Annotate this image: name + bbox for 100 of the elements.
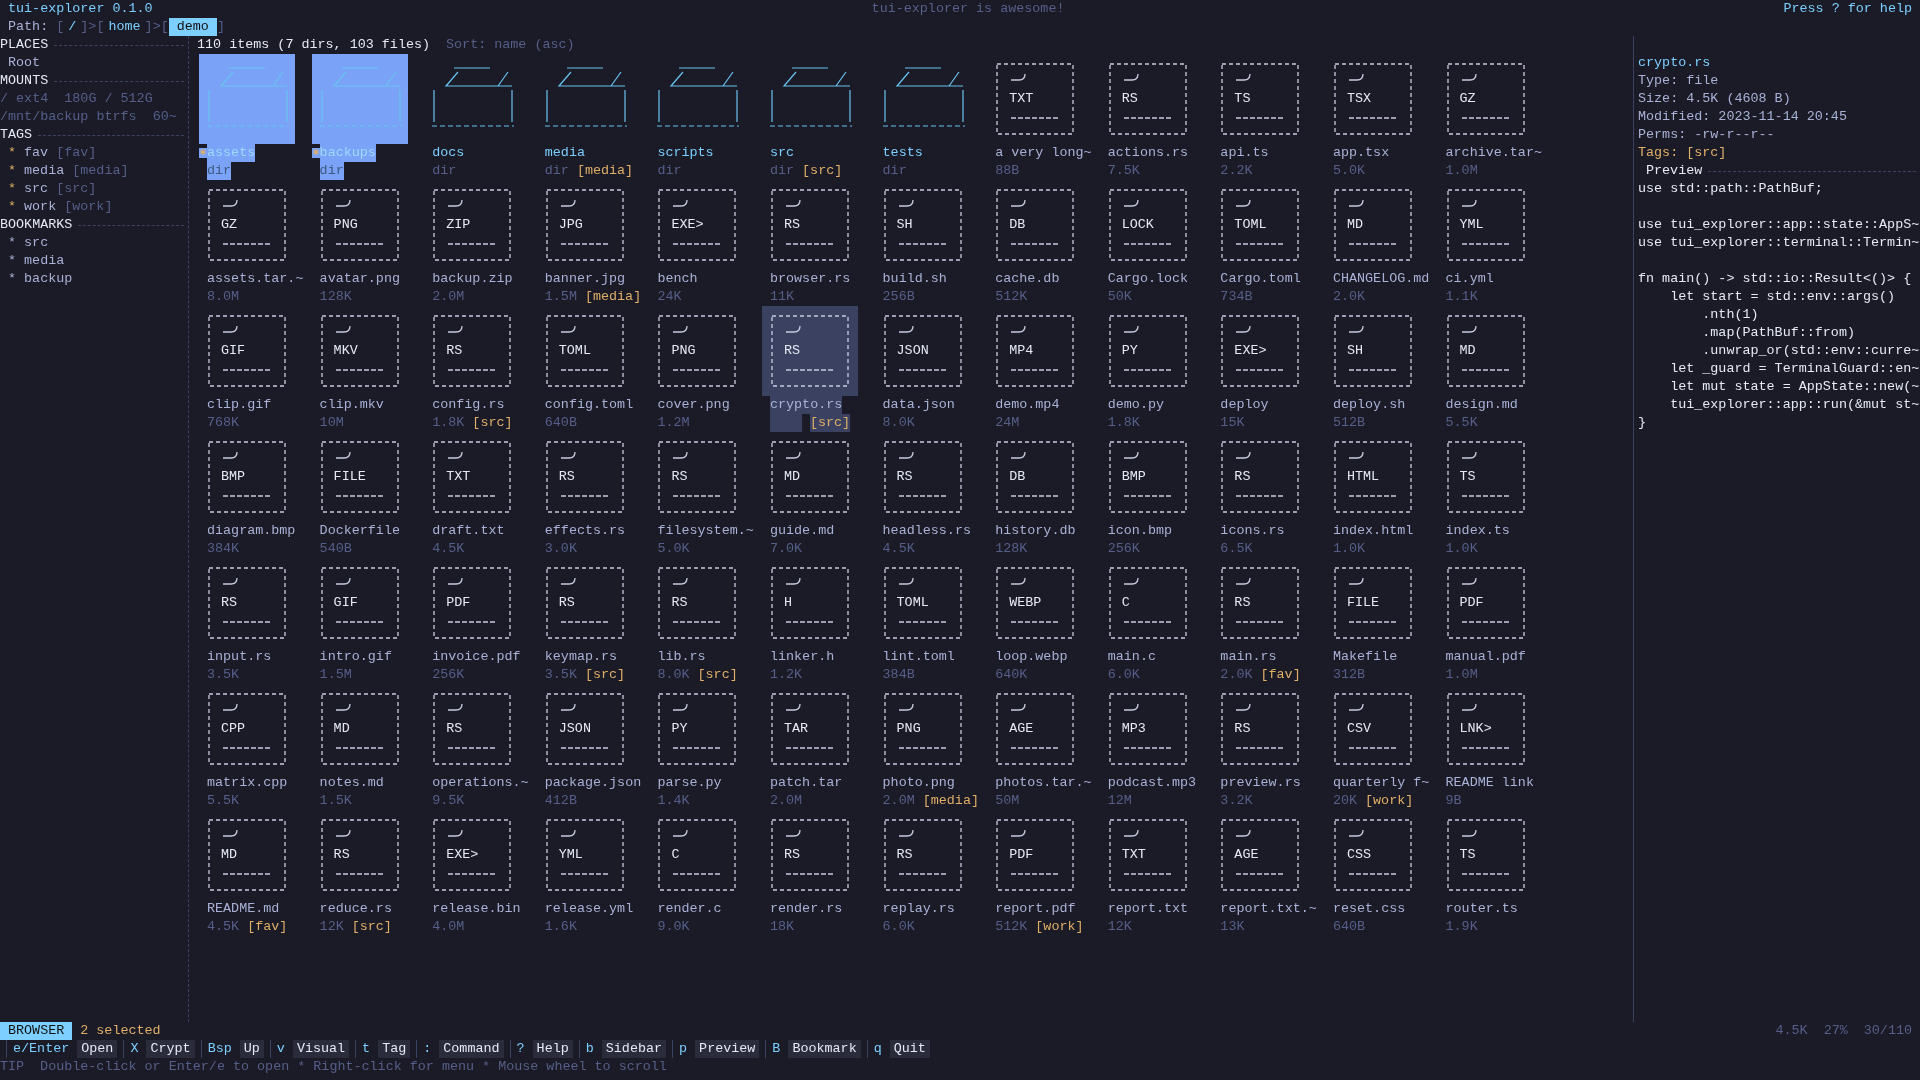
file-name[interactable]: diagram.bmp	[207, 522, 296, 540]
file-name[interactable]: index.ts	[1445, 522, 1510, 540]
file-type-label: RS	[221, 594, 238, 612]
file-name[interactable]: linker.h	[769, 648, 835, 666]
file-name[interactable]: design.md	[1445, 396, 1518, 414]
bookmark-item[interactable]: * backup	[8, 270, 73, 288]
file-name[interactable]: photo.png	[882, 774, 955, 792]
file-name[interactable]: avatar.png	[319, 270, 400, 288]
path-crumb[interactable]: demo	[168, 18, 217, 36]
file-name[interactable]: effects.rs	[544, 522, 626, 540]
selection-count: 2 selected	[80, 1022, 161, 1040]
file-name[interactable]: operations.~	[432, 774, 529, 792]
file-name[interactable]: history.db	[995, 522, 1076, 540]
file-name[interactable]: clip.gif	[207, 396, 272, 414]
path-crumb[interactable]: /	[64, 18, 81, 36]
file-name[interactable]: browser.rs	[769, 270, 851, 288]
file-name[interactable]: report.txt	[1107, 900, 1189, 918]
file-name[interactable]: render.c	[657, 900, 722, 918]
file-name[interactable]: archive.tar~	[1445, 144, 1542, 162]
file-name[interactable]: router.ts	[1445, 900, 1518, 918]
file-name[interactable]: headless.rs	[882, 522, 971, 540]
tag-item[interactable]: media	[24, 162, 65, 180]
file-name[interactable]: draft.txt	[432, 522, 505, 540]
file-name[interactable]: build.sh	[882, 270, 947, 288]
file-name[interactable]: quarterly f~	[1332, 774, 1430, 792]
file-name[interactable]: bench	[657, 270, 698, 288]
file-name[interactable]: app.tsx	[1332, 144, 1390, 162]
tag-item[interactable]: fav	[24, 144, 49, 162]
tag-item[interactable]: work	[24, 198, 57, 216]
file-type-label: PY	[1121, 342, 1138, 360]
file-name[interactable]: manual.pdf	[1445, 648, 1526, 666]
file-name[interactable]: media	[544, 144, 585, 162]
file-name[interactable]: config.toml	[544, 396, 634, 414]
file-type-label: RS	[558, 468, 575, 486]
file-name[interactable]: guide.md	[769, 522, 835, 540]
file-name[interactable]: deploy	[1220, 396, 1269, 414]
shortcut-button[interactable]: e/Enter Open	[13, 1040, 118, 1058]
file-name[interactable]: intro.gif	[319, 648, 392, 666]
bookmark-item[interactable]: * src	[8, 234, 49, 252]
file-name[interactable]: release.yml	[544, 900, 634, 918]
file-name[interactable]: backup.zip	[432, 270, 513, 288]
file-name[interactable]: keymap.rs	[544, 648, 618, 666]
tag-item[interactable]: src	[24, 180, 49, 198]
file-name[interactable]: patch.tar	[769, 774, 843, 792]
file-name[interactable]: Cargo.toml	[1220, 270, 1301, 288]
file-name[interactable]: actions.rs	[1107, 144, 1189, 162]
file-meta: dir	[207, 162, 232, 180]
file-name[interactable]: photos.tar.~	[995, 774, 1092, 792]
path-crumb[interactable]: home	[104, 18, 145, 36]
file-name[interactable]: package.json	[544, 774, 642, 792]
file-name[interactable]: report.pdf	[995, 900, 1076, 918]
place-item[interactable]: Root	[8, 54, 41, 72]
file-name[interactable]: reset.css	[1332, 900, 1406, 918]
file-name[interactable]: parse.py	[657, 774, 722, 792]
file-name[interactable]: src	[769, 144, 795, 162]
file-name[interactable]: deploy.sh	[1332, 396, 1406, 414]
file-name[interactable]: demo.py	[1107, 396, 1164, 414]
file-name[interactable]: scripts	[657, 144, 714, 162]
file-name[interactable]: demo.mp4	[995, 396, 1060, 414]
file-name[interactable]: render.rs	[769, 900, 843, 918]
file-name[interactable]: index.html	[1332, 522, 1414, 540]
file-name[interactable]: CHANGELOG.md	[1332, 270, 1430, 288]
file-name[interactable]: Dockerfile	[319, 522, 400, 540]
file-name[interactable]: clip.mkv	[319, 396, 384, 414]
file-name[interactable]: docs	[432, 144, 465, 162]
file-name[interactable]: README.md	[207, 900, 280, 918]
file-name[interactable]: tests	[882, 144, 923, 162]
bookmark-item[interactable]: * media	[8, 252, 65, 270]
file-name[interactable]: ci.yml	[1445, 270, 1494, 288]
file-name[interactable]: crypto.rs	[769, 396, 843, 414]
file-name[interactable]: preview.rs	[1220, 774, 1301, 792]
file-name[interactable]: release.bin	[432, 900, 521, 918]
file-name[interactable]: cover.png	[657, 396, 730, 414]
file-name[interactable]: input.rs	[207, 648, 272, 666]
file-name[interactable]: icons.rs	[1220, 522, 1285, 540]
file-name[interactable]: lib.rs	[657, 648, 706, 666]
file-name[interactable]: Makefile	[1332, 648, 1398, 666]
file-name[interactable]: reduce.rs	[319, 900, 392, 918]
file-name[interactable]: matrix.cpp	[207, 774, 288, 792]
file-name[interactable]: README link	[1445, 774, 1534, 792]
file-name[interactable]: assets.tar.~	[207, 270, 304, 288]
file-name[interactable]: loop.webp	[995, 648, 1068, 666]
file-name[interactable]: icon.bmp	[1107, 522, 1173, 540]
file-name[interactable]: cache.db	[995, 270, 1060, 288]
file-name[interactable]: report.txt.~	[1220, 900, 1317, 918]
file-name[interactable]: filesystem.~	[657, 522, 754, 540]
file-name[interactable]: main.c	[1107, 648, 1156, 666]
file-name[interactable]: api.ts	[1220, 144, 1269, 162]
file-name[interactable]: podcast.mp3	[1107, 774, 1197, 792]
shortcut-button[interactable]: Bsp Up	[207, 1040, 264, 1058]
file-name[interactable]: data.json	[882, 396, 955, 414]
file-name[interactable]: notes.md	[319, 774, 384, 792]
file-name[interactable]: Cargo.lock	[1107, 270, 1189, 288]
file-name[interactable]: lint.toml	[882, 648, 955, 666]
file-name[interactable]: a very long~	[995, 144, 1092, 162]
file-name[interactable]: main.rs	[1220, 648, 1277, 666]
file-name[interactable]: config.rs	[432, 396, 505, 414]
file-name[interactable]: invoice.pdf	[432, 648, 521, 666]
file-name[interactable]: banner.jpg	[544, 270, 626, 288]
file-name[interactable]: replay.rs	[882, 900, 955, 918]
